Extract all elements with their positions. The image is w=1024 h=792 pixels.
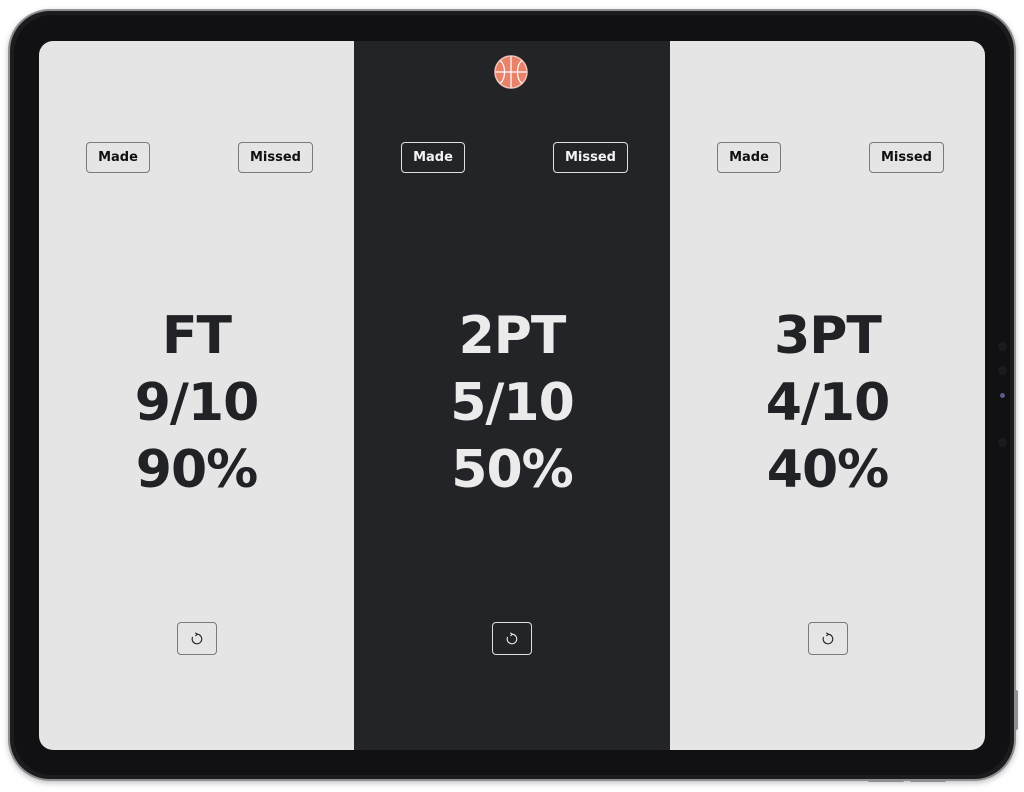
volume-button bbox=[1014, 690, 1018, 730]
2pt-category-label: 2PT bbox=[458, 306, 567, 366]
2pt-reset-button[interactable] bbox=[492, 622, 532, 655]
basketball-icon bbox=[494, 55, 528, 89]
camera-dot bbox=[1000, 393, 1005, 398]
ft-percent: 90% bbox=[135, 440, 258, 500]
reset-icon bbox=[191, 631, 203, 644]
3pt-record: 4/10 bbox=[765, 373, 891, 433]
ft-record: 9/10 bbox=[134, 373, 260, 433]
3pt-panel: Made Missed 3PT 4/10 40% bbox=[670, 41, 985, 750]
ft-missed-button[interactable]: Missed bbox=[238, 142, 313, 173]
app-screen: Made Missed FT 9/10 90% Made Missed 2PT … bbox=[39, 41, 985, 750]
bottom-button-2 bbox=[910, 779, 946, 782]
sensor-dot bbox=[998, 342, 1007, 351]
sensor-dot bbox=[998, 366, 1007, 375]
2pt-percent: 50% bbox=[451, 440, 573, 500]
2pt-record: 5/10 bbox=[450, 373, 575, 433]
2pt-stats: 2PT 5/10 50% bbox=[354, 303, 670, 504]
reset-icon bbox=[822, 631, 834, 644]
ft-category-label: FT bbox=[162, 306, 232, 366]
2pt-panel: Made Missed 2PT 5/10 50% bbox=[354, 41, 670, 750]
bottom-button bbox=[868, 779, 904, 782]
3pt-percent: 40% bbox=[766, 440, 889, 500]
ft-panel: Made Missed FT 9/10 90% bbox=[39, 41, 354, 750]
2pt-missed-button[interactable]: Missed bbox=[553, 142, 628, 173]
3pt-made-button[interactable]: Made bbox=[717, 142, 781, 173]
3pt-reset-button[interactable] bbox=[808, 622, 848, 655]
ft-reset-button[interactable] bbox=[177, 622, 217, 655]
3pt-missed-button[interactable]: Missed bbox=[869, 142, 944, 173]
reset-icon bbox=[506, 631, 518, 644]
sensor-dot bbox=[998, 438, 1007, 447]
3pt-stats: 3PT 4/10 40% bbox=[670, 303, 985, 504]
3pt-category-label: 3PT bbox=[774, 306, 882, 366]
ft-made-button[interactable]: Made bbox=[86, 142, 150, 173]
ft-stats: FT 9/10 90% bbox=[39, 303, 354, 504]
2pt-made-button[interactable]: Made bbox=[401, 142, 465, 173]
